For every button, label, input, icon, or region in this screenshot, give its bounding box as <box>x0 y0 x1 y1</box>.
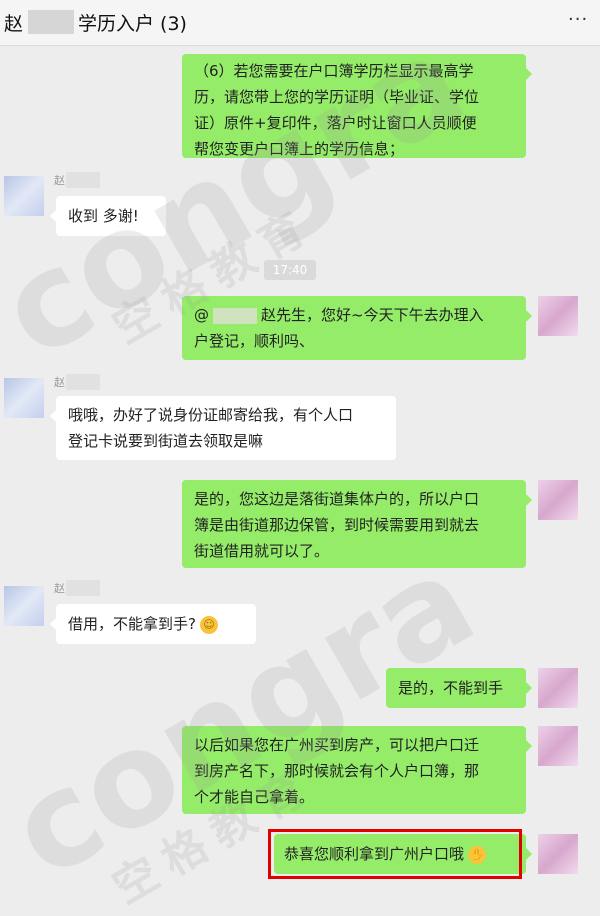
avatar[interactable] <box>4 586 44 626</box>
highlight-annotation <box>268 829 522 879</box>
self-avatar[interactable] <box>538 480 578 520</box>
chat-title-name: 赵 <box>4 13 24 35</box>
message-text: 赵先生，您好~今天下午去办理入 <box>261 306 484 324</box>
redacted-mention <box>213 307 257 324</box>
message-bubble-self[interactable]: @ 赵先生，您好~今天下午去办理入 户登记，顺利吗、 <box>182 296 532 360</box>
message-line: 收到 多谢! <box>68 207 139 225</box>
message-bubble-self[interactable]: （6）若您需要在户口簿学历栏显示最高学 历，请您带上您的学历证明（毕业证、学位 … <box>182 54 532 158</box>
redacted-name <box>66 374 100 390</box>
message-line: 帮您变更户口簿上的学历信息； <box>194 140 405 158</box>
self-avatar[interactable] <box>538 834 578 874</box>
avatar[interactable] <box>4 176 44 216</box>
message-bubble-other[interactable]: 收到 多谢! <box>50 196 166 236</box>
message-line: 是的，不能到手 <box>398 679 504 697</box>
more-options-icon[interactable]: ··· <box>568 9 588 30</box>
message-line: 街道借用就可以了。 <box>194 542 330 560</box>
message-line: 登记卡说要到街道去领取是嘛 <box>68 432 264 450</box>
message-bubble-self[interactable]: 是的，不能到手 <box>386 668 532 708</box>
crying-laughing-emoji-icon: ☺ <box>199 615 218 634</box>
message-line: 证）原件+复印件，落户时让窗口人员顺便 <box>194 114 477 132</box>
sender-name: 赵 <box>54 174 65 187</box>
chat-title: 学历入户 (3) <box>78 13 187 35</box>
mention-symbol: @ <box>194 306 209 324</box>
timestamp: 17:40 <box>264 260 316 280</box>
message-line: 哦哦，办好了说身份证邮寄给我，有个人口 <box>68 406 354 424</box>
message-bubble-other[interactable]: 借用，不能拿到手? ☺ <box>50 604 256 644</box>
message-line: （6）若您需要在户口簿学历栏显示最高学 <box>194 62 474 80</box>
self-avatar[interactable] <box>538 668 578 708</box>
message-bubble-self[interactable]: 是的，您这边是落街道集体户的，所以户口 簿是由街道那边保管，到时候需要用到就去 … <box>182 480 532 568</box>
avatar[interactable] <box>4 378 44 418</box>
sender-name: 赵 <box>54 582 65 595</box>
redacted-name <box>28 10 74 34</box>
message-bubble-self[interactable]: 以后如果您在广州买到房产，可以把户口迁 到房产名下，那时候就会有个人户口簿，那 … <box>182 726 532 814</box>
self-avatar[interactable] <box>538 726 578 766</box>
message-bubble-other[interactable]: 哦哦，办好了说身份证邮寄给我，有个人口 登记卡说要到街道去领取是嘛 <box>50 396 396 460</box>
chat-header: 赵 学历入户 (3) ··· <box>0 0 600 46</box>
message-line: 借用，不能拿到手? <box>68 615 196 633</box>
redacted-name <box>66 580 100 596</box>
message-line: 户登记，顺利吗、 <box>194 332 315 350</box>
message-line: 历，请您带上您的学历证明（毕业证、学位 <box>194 88 480 106</box>
self-avatar[interactable] <box>538 296 578 336</box>
message-line: 是的，您这边是落街道集体户的，所以户口 <box>194 490 480 508</box>
message-line: 簿是由街道那边保管，到时候需要用到就去 <box>194 516 480 534</box>
sender-name: 赵 <box>54 376 65 389</box>
message-line: 个才能自己拿着。 <box>194 788 315 806</box>
message-line: 到房产名下，那时候就会有个人户口簿，那 <box>194 762 480 780</box>
redacted-name <box>66 172 100 188</box>
message-line: @ 赵先生，您好~今天下午去办理入 <box>194 302 514 328</box>
message-line: 以后如果您在广州买到房产，可以把户口迁 <box>194 736 480 754</box>
